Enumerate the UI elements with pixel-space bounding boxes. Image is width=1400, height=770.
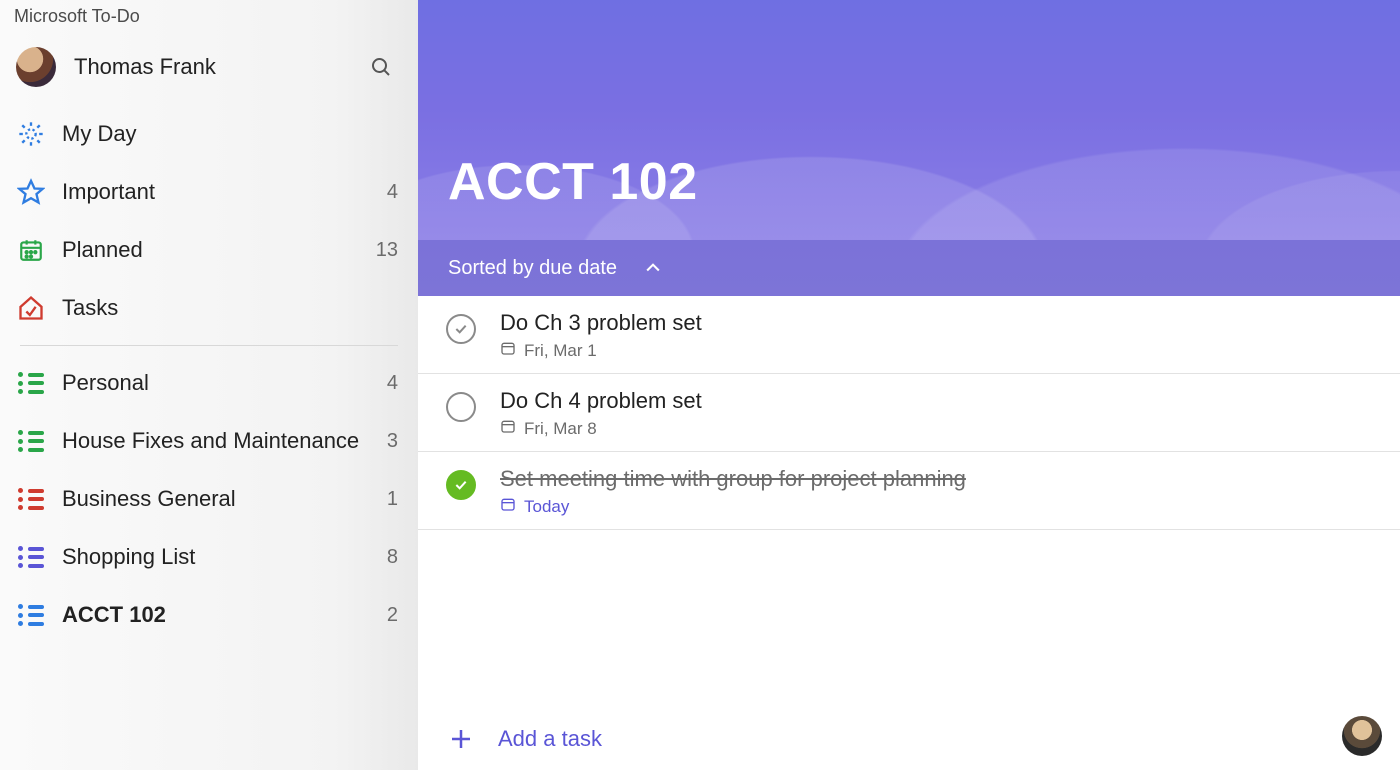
task-title: Do Ch 3 problem set (500, 310, 1372, 336)
list-title: ACCT 102 (448, 152, 698, 212)
task-due: Fri, Mar 1 (500, 340, 1372, 361)
plus-icon (448, 726, 474, 752)
sidebar-item-count: 2 (376, 604, 398, 627)
task-checkbox[interactable] (446, 392, 476, 422)
user-avatar[interactable] (16, 47, 56, 87)
sun-icon (16, 119, 46, 149)
list-icon (16, 368, 46, 398)
task-checkbox[interactable] (446, 470, 476, 500)
sort-label: Sorted by due date (448, 257, 617, 280)
sidebar-item-count: 8 (376, 546, 398, 569)
search-button[interactable] (364, 50, 398, 84)
task-row[interactable]: Set meeting time with group for project … (418, 452, 1400, 530)
task-title: Do Ch 4 problem set (500, 388, 1372, 414)
sidebar-item-count: 13 (376, 239, 398, 262)
task-row[interactable]: Do Ch 3 problem set Fri, Mar 1 (418, 296, 1400, 374)
sidebar-item-label: Tasks (62, 295, 376, 321)
calendar-mini-icon (500, 340, 516, 361)
sidebar-item-house[interactable]: House Fixes and Maintenance 3 (0, 412, 418, 470)
sidebar-item-personal[interactable]: Personal 4 (0, 354, 418, 412)
sidebar-item-acct102[interactable]: ACCT 102 2 (0, 586, 418, 644)
sidebar-item-bizgen[interactable]: Business General 1 (0, 470, 418, 528)
star-icon (16, 177, 46, 207)
sidebar-item-label: Planned (62, 237, 376, 263)
task-title: Set meeting time with group for project … (500, 466, 1372, 492)
sidebar-item-count: 4 (376, 372, 398, 395)
corner-avatar[interactable] (1342, 716, 1382, 756)
sidebar-item-myday[interactable]: My Day (0, 105, 418, 163)
list-icon (16, 542, 46, 572)
sidebar-item-label: Shopping List (62, 544, 376, 570)
task-due: Fri, Mar 8 (500, 418, 1372, 439)
custom-lists: Personal 4 House Fixes and Maintenance 3… (0, 354, 418, 644)
chevron-up-icon (643, 258, 663, 278)
task-row[interactable]: Do Ch 4 problem set Fri, Mar 8 (418, 374, 1400, 452)
task-checkbox[interactable] (446, 314, 476, 344)
sidebar-item-label: ACCT 102 (62, 602, 376, 628)
task-list: Do Ch 3 problem set Fri, Mar 1 Do Ch 4 p… (418, 296, 1400, 708)
list-header: ACCT 102 (418, 0, 1400, 240)
user-row[interactable]: Thomas Frank (0, 37, 418, 105)
sidebar-item-tasks[interactable]: Tasks (0, 279, 418, 337)
calendar-mini-icon (500, 418, 516, 439)
sidebar-item-count: 1 (376, 488, 398, 511)
list-icon (16, 484, 46, 514)
list-icon (16, 600, 46, 630)
sidebar-item-important[interactable]: Important 4 (0, 163, 418, 221)
sidebar-item-shopping[interactable]: Shopping List 8 (0, 528, 418, 586)
sidebar: Microsoft To-Do Thomas Frank My Day Impo… (0, 0, 418, 770)
add-task-button[interactable]: Add a task (418, 708, 1400, 770)
main-pane: ACCT 102 Sorted by due date Do Ch 3 prob… (418, 0, 1400, 770)
home-icon (16, 293, 46, 323)
sidebar-item-count: 3 (376, 430, 398, 453)
sort-bar[interactable]: Sorted by due date (418, 240, 1400, 296)
list-icon (16, 426, 46, 456)
task-due: Today (500, 496, 1372, 517)
user-name: Thomas Frank (74, 54, 364, 80)
add-task-label: Add a task (498, 726, 602, 752)
calendar-icon (16, 235, 46, 265)
sidebar-divider (20, 345, 398, 346)
sidebar-item-planned[interactable]: Planned 13 (0, 221, 418, 279)
sidebar-item-label: Business General (62, 486, 376, 512)
smart-lists: My Day Important 4 Planned 13 Tasks (0, 105, 418, 337)
search-icon (369, 55, 393, 79)
calendar-mini-icon (500, 496, 516, 517)
sidebar-item-count: 4 (376, 181, 398, 204)
sidebar-item-label: Personal (62, 370, 376, 396)
app-title: Microsoft To-Do (0, 0, 418, 37)
sidebar-item-label: My Day (62, 121, 376, 147)
sidebar-item-label: House Fixes and Maintenance (62, 428, 376, 454)
sidebar-item-label: Important (62, 179, 376, 205)
